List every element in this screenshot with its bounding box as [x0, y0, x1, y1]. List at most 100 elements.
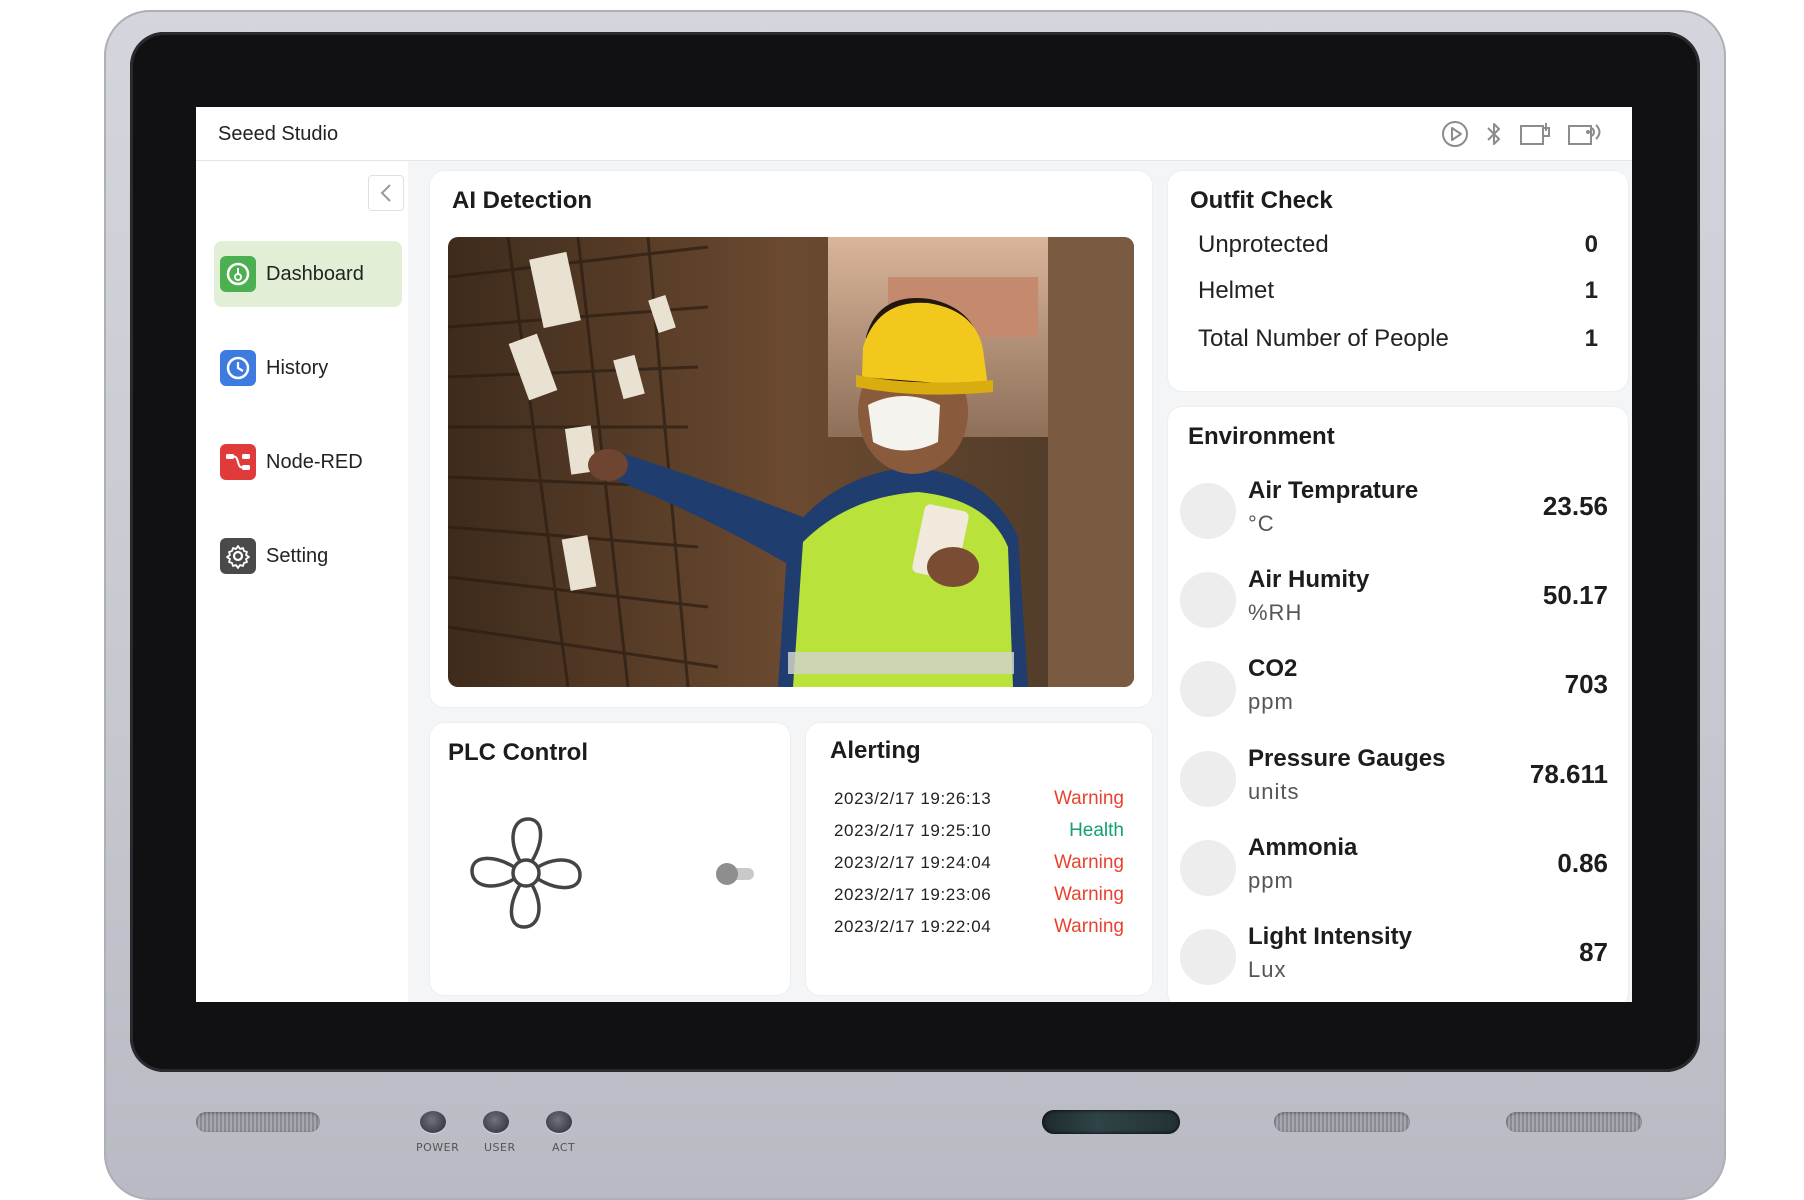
- alert-time: 2023/2/17 19:23:06: [834, 885, 992, 904]
- env-row-co2: CO2 ppm 703: [1180, 651, 1608, 731]
- usb-icon[interactable]: [1518, 119, 1552, 149]
- env-name: Light Intensity: [1248, 923, 1412, 950]
- play-icon[interactable]: [1440, 119, 1470, 149]
- speaker-grille-right: [1506, 1112, 1642, 1132]
- env-unit: ppm: [1248, 868, 1294, 893]
- fan-toggle-switch[interactable]: [716, 863, 756, 885]
- env-row-pressure-gauges: Pressure Gauges units 78.611: [1180, 741, 1608, 821]
- sidebar-item-node-red[interactable]: Node-RED: [214, 429, 402, 495]
- node-red-icon: [220, 444, 256, 480]
- status-icons: [1440, 119, 1604, 149]
- sidebar: Dashboard History Node-RED Setting: [196, 161, 408, 1002]
- alert-row: 2023/2/17 19:25:10 Health: [834, 817, 1124, 845]
- alert-status: Warning: [1053, 884, 1124, 905]
- sidebar-item-label: Setting: [266, 544, 329, 567]
- sidebar-item-label: History: [266, 356, 329, 379]
- app-screen: Seeed Studio Dashboard History Node-RED …: [196, 107, 1632, 1002]
- sensor-status-icon: [1180, 483, 1236, 539]
- alert-status: Warning: [1053, 788, 1124, 809]
- env-row-air-temperature: Air Temprature °C 23.56: [1180, 473, 1608, 553]
- power-led-label: POWER: [416, 1141, 460, 1154]
- env-name: Air Temprature: [1248, 477, 1419, 504]
- environment-card: Environment Air Temprature °C 23.56 Air …: [1168, 407, 1628, 1002]
- env-unit: ppm: [1248, 689, 1294, 714]
- sidebar-item-setting[interactable]: Setting: [214, 523, 402, 589]
- plc-control-title: PLC Control: [448, 739, 588, 766]
- outfit-row-total-people: Total Number of People 1: [1198, 319, 1598, 359]
- outfit-value: 1: [1584, 277, 1598, 304]
- alert-status: Health: [1069, 820, 1124, 841]
- alert-status: Warning: [1053, 852, 1124, 873]
- alert-row: 2023/2/17 19:24:04 Warning: [834, 849, 1124, 877]
- chevron-left-icon: [380, 184, 391, 202]
- env-unit: °C: [1248, 511, 1275, 536]
- sidebar-item-label: Dashboard: [266, 262, 364, 285]
- env-value: 0.86: [1557, 848, 1608, 878]
- sensor-status-icon: [1180, 929, 1236, 985]
- env-value: 50.17: [1542, 580, 1608, 610]
- user-led-label: USER: [484, 1141, 516, 1154]
- env-unit: Lux: [1248, 957, 1287, 982]
- env-value: 87: [1579, 937, 1608, 967]
- env-name: Pressure Gauges: [1248, 745, 1446, 772]
- wireless-icon[interactable]: [1566, 119, 1604, 149]
- env-name: Ammonia: [1248, 834, 1358, 861]
- alert-time: 2023/2/17 19:22:04: [834, 917, 992, 936]
- speaker-grille-left: [196, 1112, 320, 1132]
- outfit-label: Total Number of People: [1198, 325, 1449, 352]
- env-value: 78.611: [1529, 759, 1608, 789]
- sidebar-item-history[interactable]: History: [214, 335, 402, 401]
- fan-icon: [464, 811, 588, 940]
- env-unit: units: [1248, 779, 1300, 804]
- sensor-status-icon: [1180, 661, 1236, 717]
- gauge-icon: [220, 256, 256, 292]
- alerting-title: Alerting: [830, 737, 921, 764]
- sensor-status-icon: [1180, 751, 1236, 807]
- toggle-knob: [716, 863, 738, 885]
- sidebar-item-label: Node-RED: [266, 450, 363, 473]
- ai-detection-card: AI Detection: [430, 171, 1152, 707]
- env-name: CO2: [1248, 655, 1298, 682]
- sidebar-item-dashboard[interactable]: Dashboard: [214, 241, 402, 307]
- act-led-label: ACT: [552, 1141, 576, 1154]
- speaker-grille-mid: [1274, 1112, 1410, 1132]
- top-bar: Seeed Studio: [196, 107, 1632, 161]
- outfit-value: 0: [1584, 231, 1598, 258]
- outfit-label: Unprotected: [1198, 231, 1329, 258]
- alert-time: 2023/2/17 19:24:04: [834, 853, 992, 872]
- clock-icon: [220, 350, 256, 386]
- outfit-label: Helmet: [1198, 277, 1275, 304]
- env-row-ammonia: Ammonia ppm 0.86: [1180, 830, 1608, 910]
- sensor-status-icon: [1180, 840, 1236, 896]
- alert-status: Warning: [1053, 916, 1124, 937]
- gear-icon: [220, 538, 256, 574]
- light-sensor: [1042, 1110, 1180, 1134]
- brand-title: Seeed Studio: [218, 123, 339, 145]
- outfit-check-title: Outfit Check: [1190, 187, 1333, 214]
- env-row-light-intensity: Light Intensity Lux 87: [1180, 919, 1608, 999]
- alerting-card: Alerting 2023/2/17 19:26:13 Warning 2023…: [806, 723, 1152, 995]
- outfit-value: 1: [1584, 325, 1598, 352]
- bluetooth-icon[interactable]: [1484, 119, 1504, 149]
- outfit-row-unprotected: Unprotected 0: [1198, 225, 1598, 265]
- ai-detection-title: AI Detection: [452, 187, 593, 214]
- outfit-row-helmet: Helmet 1: [1198, 271, 1598, 311]
- act-led: [546, 1111, 572, 1133]
- alert-row: 2023/2/17 19:22:04 Warning: [834, 913, 1124, 941]
- outfit-check-card: Outfit Check Unprotected 0 Helmet 1 Tota…: [1168, 171, 1628, 391]
- env-row-air-humidity: Air Humity %RH 50.17: [1180, 562, 1608, 642]
- alert-time: 2023/2/17 19:26:13: [834, 789, 992, 808]
- power-led: [420, 1111, 446, 1133]
- user-led: [483, 1111, 509, 1133]
- camera-feed-image[interactable]: [448, 237, 1134, 687]
- plc-control-card: PLC Control: [430, 723, 790, 995]
- env-value: 703: [1564, 669, 1608, 699]
- env-name: Air Humity: [1248, 566, 1370, 593]
- collapse-sidebar-button[interactable]: [368, 175, 404, 211]
- alert-time: 2023/2/17 19:25:10: [834, 821, 992, 840]
- alert-row: 2023/2/17 19:26:13 Warning: [834, 785, 1124, 813]
- sensor-status-icon: [1180, 572, 1236, 628]
- alert-row: 2023/2/17 19:23:06 Warning: [834, 881, 1124, 909]
- environment-title: Environment: [1188, 423, 1335, 450]
- env-unit: %RH: [1248, 600, 1303, 625]
